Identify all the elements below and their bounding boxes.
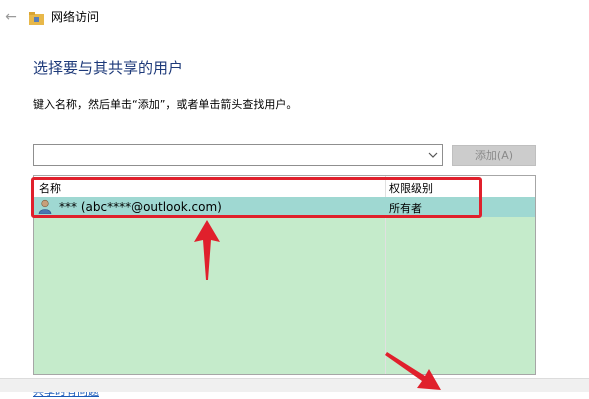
annotation-arrow-diagonal-icon [385, 350, 445, 391]
page-heading: 选择要与其共享的用户 [33, 59, 184, 77]
annotation-arrow-up-icon [192, 220, 222, 280]
dialog-footer [0, 378, 589, 392]
title-bar: ← 网络访问 [0, 0, 589, 35]
back-arrow-icon[interactable]: ← [3, 9, 19, 25]
add-button[interactable]: 添加(A) [452, 145, 536, 166]
window-title: 网络访问 [51, 10, 100, 24]
instruction-text: 键入名称，然后单击“添加”，或者单击箭头查找用户。 [33, 98, 298, 111]
user-name-combobox[interactable] [33, 144, 443, 166]
annotation-highlight-box [31, 177, 482, 218]
network-folder-icon [29, 10, 44, 25]
chevron-down-icon[interactable] [428, 147, 438, 163]
